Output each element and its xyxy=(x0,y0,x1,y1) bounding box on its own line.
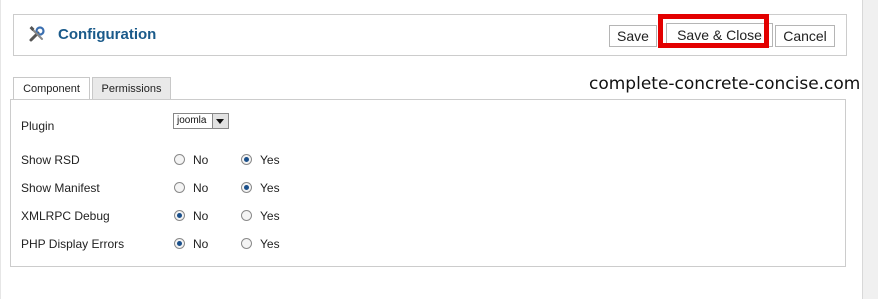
show-manifest-no-label: No xyxy=(193,181,209,195)
show-rsd-yes-radio[interactable] xyxy=(241,154,252,165)
php-display-errors-label: PHP Display Errors xyxy=(21,237,125,251)
xmlrpc-debug-no-label: No xyxy=(193,209,209,223)
show-rsd-yes-label: Yes xyxy=(260,153,280,167)
xmlrpc-debug-no-radio[interactable] xyxy=(174,210,185,221)
php-display-errors-yes-label: Yes xyxy=(260,237,280,251)
show-manifest-yes-radio[interactable] xyxy=(241,182,252,193)
php-display-errors-no-label: No xyxy=(193,237,209,251)
window-edge xyxy=(0,0,1,299)
show-rsd-no-label: No xyxy=(193,153,209,167)
tab-permissions[interactable]: Permissions xyxy=(92,77,171,99)
show-manifest-no-radio[interactable] xyxy=(174,182,185,193)
save-close-button[interactable]: Save & Close xyxy=(666,23,773,47)
show-manifest-yes-label: Yes xyxy=(260,181,280,195)
plugin-select-value: joomla xyxy=(177,115,207,126)
save-button[interactable]: Save xyxy=(609,25,657,47)
php-display-errors-yes-radio[interactable] xyxy=(241,238,252,249)
show-manifest-label: Show Manifest xyxy=(21,181,100,195)
xmlrpc-debug-label: XMLRPC Debug xyxy=(21,209,110,223)
tab-component[interactable]: Component xyxy=(13,77,90,100)
toolbar-header: Configuration Save Save & Close Cancel xyxy=(13,14,847,56)
xmlrpc-debug-yes-radio[interactable] xyxy=(241,210,252,221)
form-panel xyxy=(10,99,846,267)
plugin-select[interactable]: joomla xyxy=(173,113,229,129)
plugin-label: Plugin xyxy=(21,119,55,133)
xmlrpc-debug-yes-label: Yes xyxy=(260,209,280,223)
chevron-down-icon[interactable] xyxy=(212,114,228,128)
php-display-errors-no-radio[interactable] xyxy=(174,238,185,249)
page-title: Configuration xyxy=(58,26,157,43)
show-rsd-label: Show RSD xyxy=(21,153,80,167)
show-rsd-no-radio[interactable] xyxy=(174,154,185,165)
cancel-button[interactable]: Cancel xyxy=(775,25,835,47)
wrench-screwdriver-icon xyxy=(28,25,46,43)
scrollbar[interactable] xyxy=(862,0,878,299)
watermark-text: complete-concrete-concise.com xyxy=(589,74,861,94)
